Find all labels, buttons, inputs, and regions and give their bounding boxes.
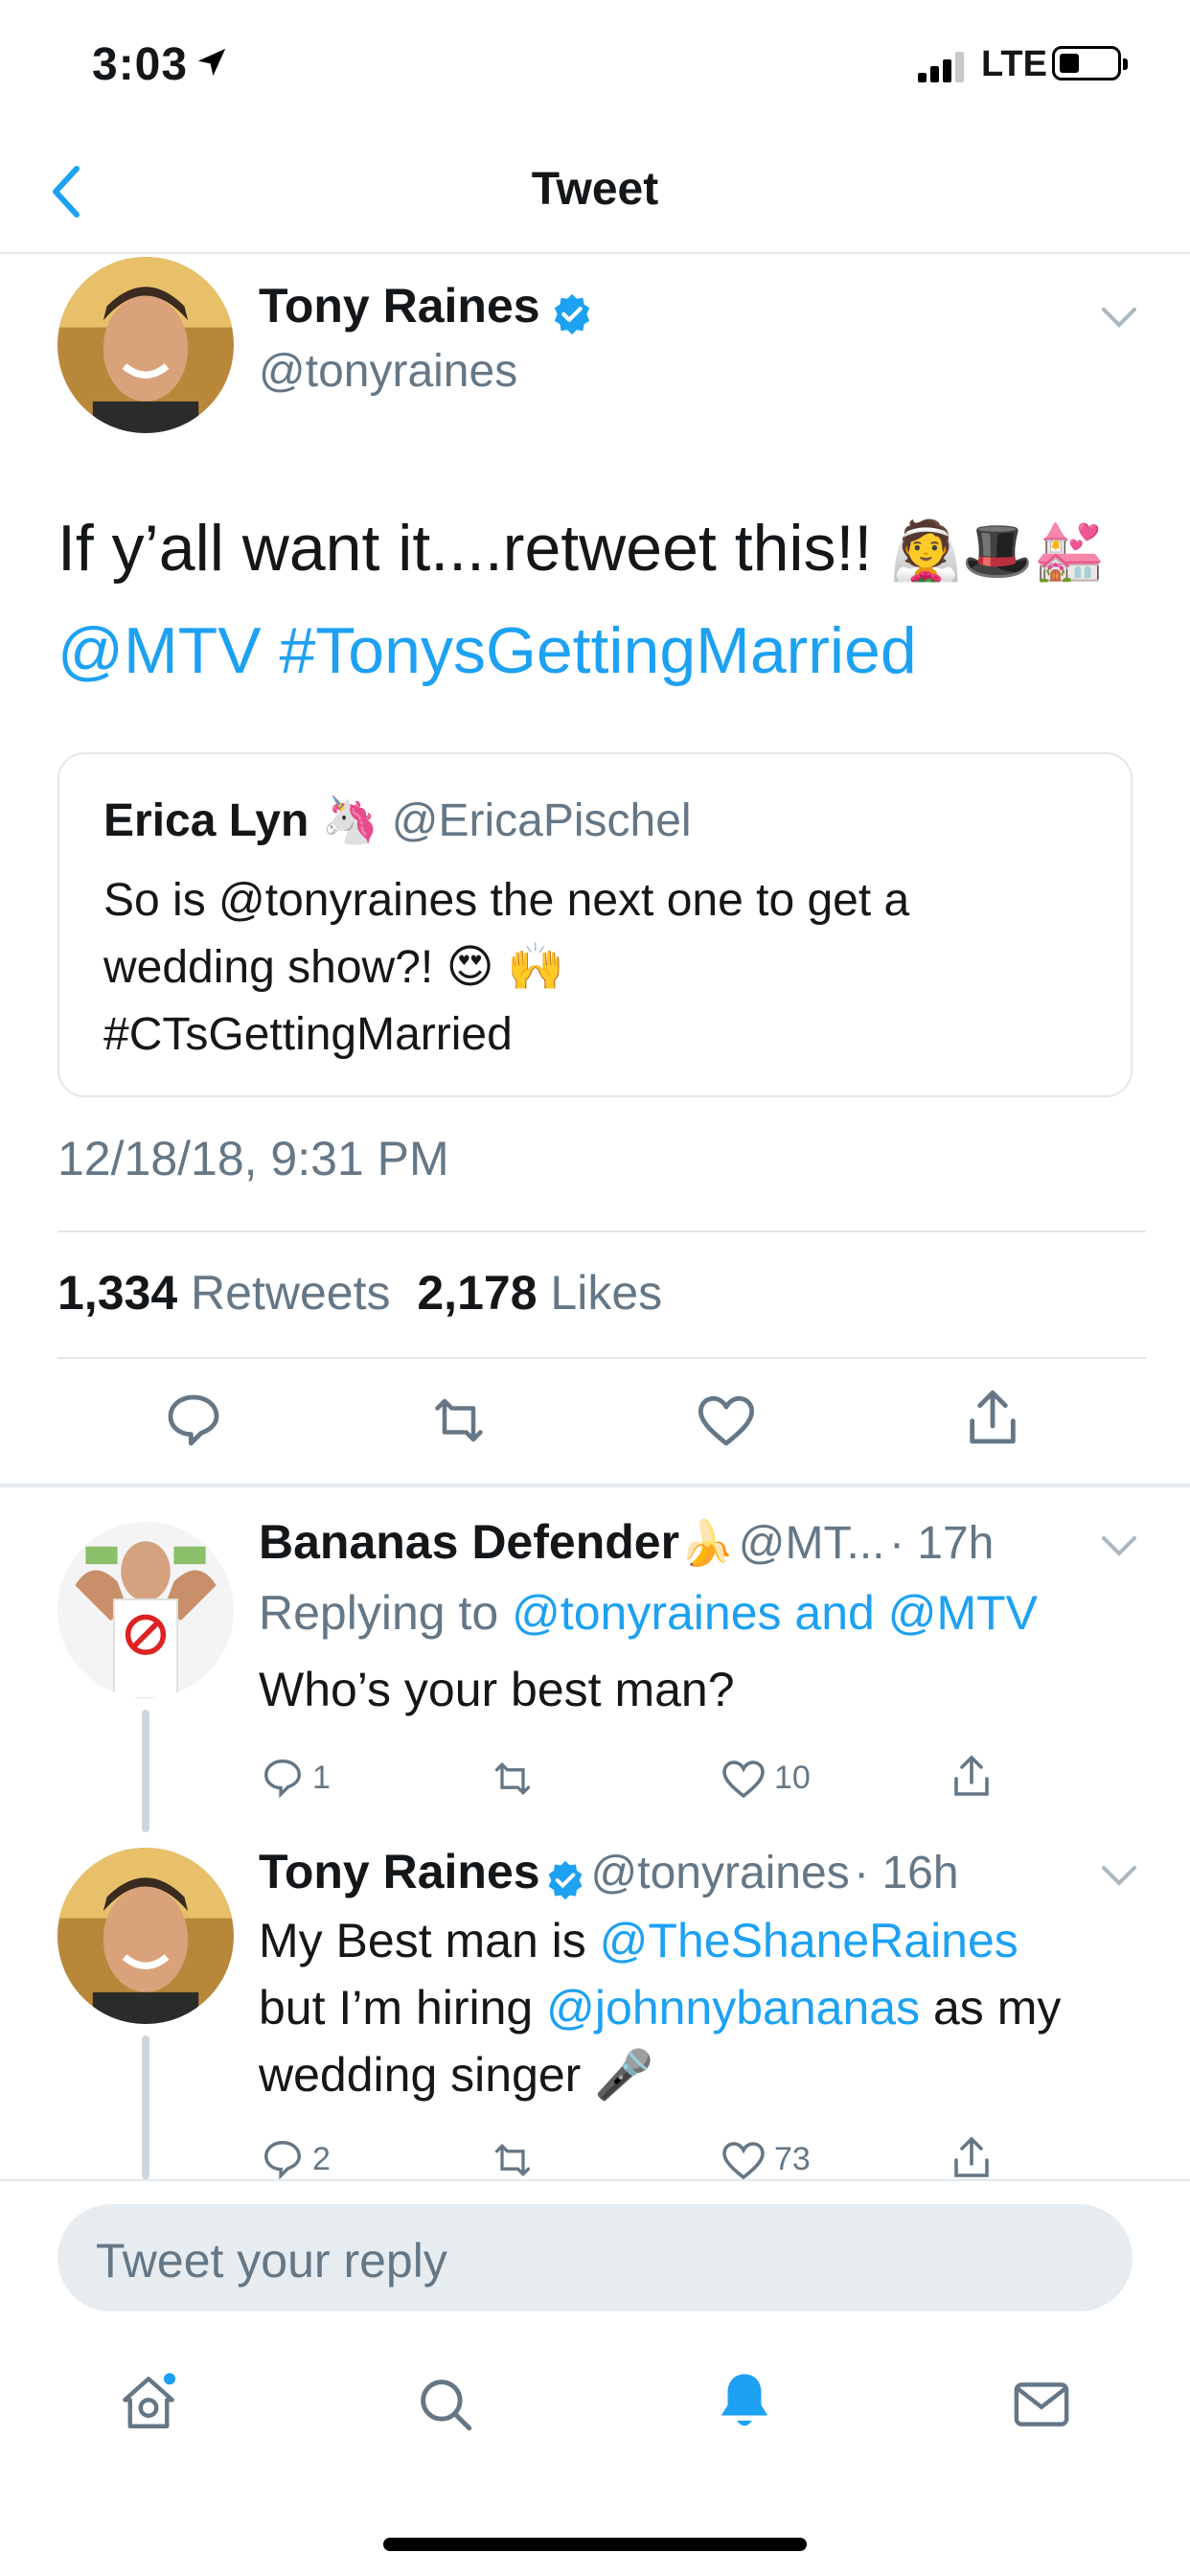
like-count: 10 — [774, 1760, 811, 1796]
reply-author-name[interactable]: Bananas Defender — [259, 1515, 679, 1569]
reply-text-part: wedding singer — [259, 2048, 582, 2102]
retweet-icon[interactable] — [489, 1758, 537, 1800]
reply-author-handle[interactable]: @tonyraines — [591, 1848, 850, 1898]
mention-link[interactable]: @TheShaneRaines — [600, 1914, 1018, 1967]
tweet-text: If y’all want it....retweet this!! 👰🎩💒 @… — [57, 498, 1140, 701]
reply-input[interactable]: Tweet your reply — [57, 2204, 1133, 2312]
verified-badge-icon — [554, 293, 590, 334]
share-icon[interactable] — [950, 2135, 993, 2181]
reply-author-emoji: 🍌 — [679, 1518, 735, 1568]
quoted-line-2-emoji: 😍 🙌 — [446, 942, 564, 993]
replying-to-mentions[interactable]: @tonyraines and @MTV — [512, 1586, 1038, 1640]
home-icon[interactable] — [117, 2371, 180, 2434]
replying-to-label: Replying to — [259, 1586, 499, 1640]
status-bar: 3:03 LTE — [0, 0, 1190, 125]
reply-text-part: My Best man is — [259, 1914, 586, 1967]
quoted-line-1: So is @tonyraines the next one to get a — [103, 875, 910, 926]
author-name[interactable]: Tony Raines — [259, 279, 540, 333]
retweet-icon[interactable] — [427, 1392, 491, 1449]
retweets-count[interactable]: 1,334 — [57, 1266, 177, 1320]
cell-signal-icon — [918, 52, 968, 82]
likes-label[interactable]: Likes — [550, 1266, 662, 1320]
tweet-timestamp: 12/18/18, 9:31 PM — [57, 1132, 449, 1185]
reply-count: 1 — [312, 1760, 331, 1796]
divider — [57, 1230, 1146, 1232]
reply-emoji: 🎤 — [594, 2048, 654, 2102]
notifications-icon[interactable] — [713, 2369, 776, 2436]
quoted-tweet-header: Erica Lyn 🦄 @EricaPischel — [103, 793, 692, 847]
tweet-emojis: 👰🎩💒 — [890, 518, 1106, 583]
search-icon[interactable] — [414, 2373, 477, 2436]
mention-link[interactable]: @johnnybananas — [546, 1981, 920, 2035]
quoted-author-name: Erica Lyn — [103, 795, 309, 846]
quoted-line-2: wedding show?! — [103, 942, 434, 993]
like-count: 73 — [774, 2141, 811, 2177]
reply-time: · 16h — [854, 1848, 959, 1898]
reply-author-handle[interactable]: @MT... — [739, 1518, 885, 1569]
reply-input-placeholder: Tweet your reply — [96, 2234, 447, 2288]
quoted-line-3: #CTsGettingMarried — [103, 1009, 513, 1060]
verified-badge-icon — [548, 1860, 583, 1899]
divider — [57, 1357, 1146, 1359]
like-heart-icon[interactable] — [721, 2139, 767, 2181]
retweets-label[interactable]: Retweets — [191, 1266, 390, 1320]
likes-count[interactable]: 2,178 — [417, 1266, 537, 1320]
battery-icon — [1052, 46, 1128, 80]
like-heart-icon[interactable] — [696, 1392, 757, 1449]
quoted-tweet[interactable]: Erica Lyn 🦄 @EricaPischel So is @tonyrai… — [57, 752, 1133, 1097]
tweet-stats: 1,334 Retweets 2,178 Likes — [57, 1265, 662, 1321]
quoted-author-handle: @EricaPischel — [391, 795, 692, 846]
mention-link[interactable]: @MTV — [57, 614, 262, 687]
nav-bar: Tweet — [0, 125, 1190, 254]
reply-avatar[interactable] — [57, 1522, 234, 1698]
network-type: LTE — [981, 44, 1047, 84]
page-title: Tweet — [531, 164, 659, 215]
retweet-icon[interactable] — [489, 2139, 537, 2181]
reply-icon[interactable] — [163, 1390, 224, 1451]
hashtag-link[interactable]: #TonysGettingMarried — [279, 614, 916, 687]
thread-line — [142, 2036, 149, 2179]
reply-icon[interactable] — [261, 1756, 305, 1800]
share-icon[interactable] — [964, 1388, 1021, 1449]
thread-line — [142, 1710, 149, 1832]
chevron-down-icon[interactable] — [1100, 1861, 1138, 1890]
quoted-tweet-text: So is @tonyraines the next one to get a … — [103, 867, 1100, 1069]
section-divider — [0, 1484, 1190, 1487]
reply-icon[interactable] — [261, 2137, 305, 2181]
like-heart-icon[interactable] — [721, 1758, 767, 1800]
reply-text: My Best man is @TheShaneRaines but I’m h… — [259, 1907, 1140, 2108]
reply-time: · 17h — [888, 1518, 995, 1569]
location-arrow-icon — [197, 48, 226, 77]
author-handle[interactable]: @tonyraines — [259, 345, 517, 398]
reply-author-name[interactable]: Tony Raines — [259, 1845, 540, 1898]
reply-text-part: but I’m hiring — [259, 1981, 534, 2035]
messages-icon[interactable] — [1010, 2375, 1073, 2434]
author-avatar[interactable] — [57, 257, 234, 433]
status-time: 3:03 — [92, 39, 189, 90]
reply-count: 2 — [312, 2141, 331, 2177]
tweet-body: If y’all want it....retweet this!! — [57, 512, 873, 585]
reply-text-part: as my — [933, 1981, 1062, 2035]
share-icon[interactable] — [950, 1754, 993, 1800]
quoted-author-emoji: 🦄 — [321, 795, 379, 846]
reply-text: Who’s your best man? — [259, 1663, 735, 1716]
chevron-down-icon[interactable] — [1100, 1531, 1138, 1560]
chevron-down-icon[interactable] — [1100, 303, 1138, 332]
reply-avatar[interactable] — [57, 1848, 234, 2024]
home-indicator — [383, 2538, 807, 2551]
